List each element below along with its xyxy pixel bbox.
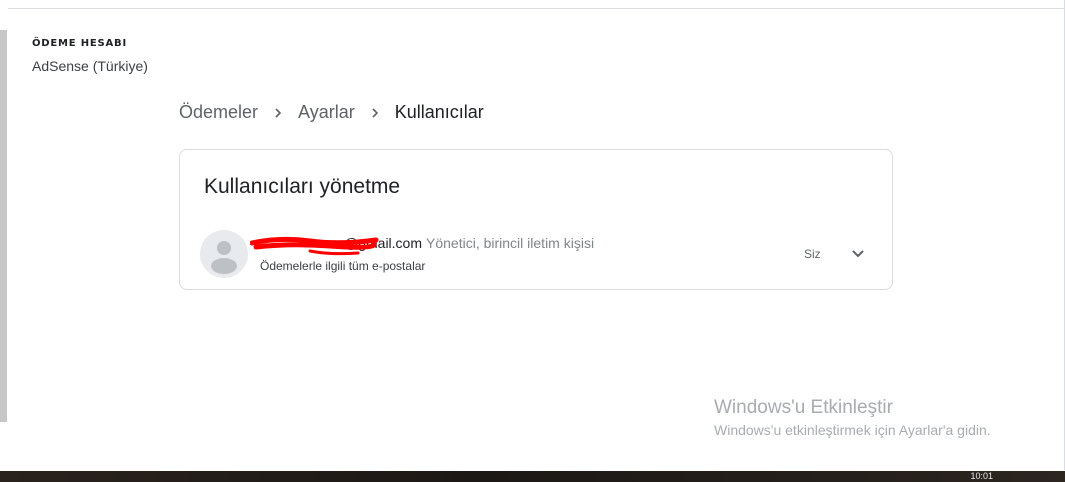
header-divider — [8, 8, 1065, 9]
account-name: AdSense (Türkiye) — [32, 58, 148, 74]
taskbar: 10:01 — [0, 471, 1065, 482]
redaction-scribble-icon — [250, 236, 379, 256]
breadcrumb: Ödemeler Ayarlar Kullanıcılar — [179, 102, 484, 123]
card-title: Kullanıcıları yönetme — [204, 175, 401, 198]
avatar — [200, 230, 248, 278]
breadcrumb-users: Kullanıcılar — [394, 102, 484, 122]
you-label: Siz — [804, 247, 821, 261]
user-role: Yönetici, birincil iletim kişisi — [426, 235, 595, 251]
windows-activation-title: Windows'u Etkinleştir — [714, 397, 893, 418]
taskbar-clock[interactable]: 10:01 — [970, 472, 993, 481]
chevron-right-icon — [369, 107, 381, 119]
left-scroll-edge — [0, 30, 7, 422]
manage-users-card: Kullanıcıları yönetme @gmail.com Yönetici… — [179, 149, 893, 290]
person-icon — [211, 241, 237, 274]
chevron-down-icon — [852, 250, 864, 258]
windows-activation-subtitle: Windows'u etkinleştirmek için Ayarlar'a … — [714, 422, 991, 438]
account-label: ÖDEME HESABI — [32, 38, 127, 49]
breadcrumb-payments[interactable]: Ödemeler — [179, 102, 258, 123]
notification-setting: Ödemelerle ilgili tüm e-postalar — [260, 259, 426, 273]
expand-user-button[interactable] — [848, 244, 868, 264]
chevron-right-icon — [272, 107, 284, 119]
breadcrumb-settings[interactable]: Ayarlar — [298, 102, 355, 123]
